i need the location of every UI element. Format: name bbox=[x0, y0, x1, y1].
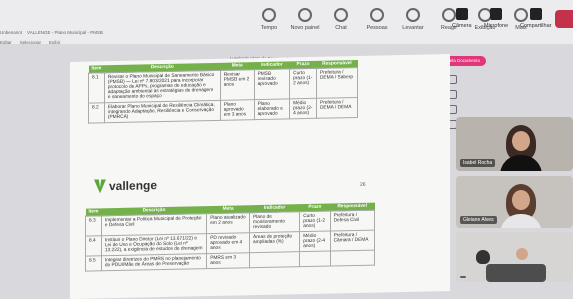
participant-face bbox=[512, 190, 530, 210]
timer-button[interactable]: Tempo bbox=[254, 8, 284, 31]
share-button[interactable]: Compartilhar bbox=[520, 8, 551, 29]
chat-button[interactable]: Chat bbox=[326, 8, 356, 31]
participant-tile[interactable]: Gleiane Alves bbox=[456, 176, 573, 228]
camera-icon bbox=[455, 8, 468, 20]
page-number: 26 bbox=[360, 181, 366, 188]
participant-body bbox=[486, 264, 546, 282]
browser-tab-strip: Unbenannt VALLENGE - Plano Municipal - P… bbox=[0, 30, 160, 38]
participant-face bbox=[512, 131, 530, 151]
vallenge-logo: vallenge bbox=[94, 178, 157, 193]
participant-tile[interactable] bbox=[456, 232, 573, 282]
microphone-icon bbox=[490, 8, 503, 20]
participant-name bbox=[460, 276, 466, 278]
leave-button[interactable] bbox=[555, 10, 573, 28]
participant-body bbox=[500, 214, 542, 228]
chat-icon bbox=[334, 8, 348, 22]
participant-name: Isabel Rocha bbox=[460, 159, 496, 167]
table-row: 8.2 Elaborar Plano Municipal de Resiliên… bbox=[88, 97, 358, 124]
browser-tab[interactable]: Unbenannt bbox=[0, 30, 22, 35]
participant-name: Gleiane Alves bbox=[460, 216, 497, 224]
people-button[interactable]: Pessoas bbox=[362, 8, 392, 31]
camera-button[interactable]: Câmera bbox=[452, 8, 472, 29]
meeting-toolbar: Unbenannt VALLENGE - Plano Municipal - P… bbox=[0, 0, 573, 45]
raise-hand-button[interactable]: Levantar bbox=[398, 8, 428, 31]
new-panel-button[interactable]: Novo painel bbox=[290, 8, 320, 31]
logo-text: vallenge bbox=[109, 178, 158, 194]
participant-hair bbox=[476, 250, 490, 264]
shared-document: Item Descrição Meta Indicador Prazo Resp… bbox=[70, 54, 450, 299]
participant-face bbox=[516, 248, 528, 260]
share-icon bbox=[529, 8, 542, 20]
v-logo-icon bbox=[94, 179, 106, 193]
action-table-2: Item Descrição Meta Indicador Prazo Resp… bbox=[85, 202, 375, 272]
action-table-1: Item Descrição Meta Indicador Prazo Resp… bbox=[88, 59, 358, 124]
participant-tile[interactable]: Isabel Rocha bbox=[456, 117, 573, 171]
browser-tab[interactable]: VALLENGE - Plano Municipal - PMSB bbox=[27, 30, 103, 35]
panel-icon bbox=[298, 8, 312, 22]
people-icon bbox=[370, 8, 384, 22]
clock-icon bbox=[262, 8, 276, 22]
participant-body bbox=[500, 155, 542, 171]
hand-icon bbox=[406, 8, 420, 22]
microphone-button[interactable]: Microfone bbox=[484, 8, 508, 29]
